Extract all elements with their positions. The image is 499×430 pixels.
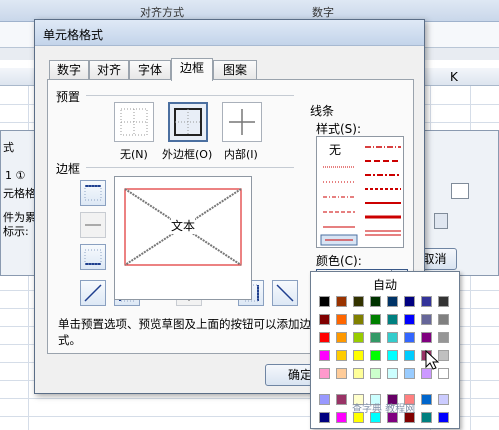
border-bottom-button[interactable] — [80, 244, 106, 270]
color-swatch-option[interactable] — [336, 350, 347, 361]
preset-outline-button[interactable] — [168, 102, 208, 142]
color-swatch-option[interactable] — [404, 332, 415, 343]
color-swatch-option[interactable] — [404, 368, 415, 379]
hint-text: 单击预置选项、预览草图及上面的按钮可以添加边框样式。 — [58, 317, 334, 347]
color-swatch-option[interactable] — [336, 368, 347, 379]
color-swatch-option[interactable] — [421, 412, 432, 423]
range-picker-icon[interactable] — [451, 183, 469, 199]
border-outline-icon — [174, 108, 202, 136]
bg-fragment: 元格格 — [3, 187, 36, 200]
color-swatch-option[interactable] — [319, 314, 330, 325]
color-swatch-option[interactable] — [353, 368, 364, 379]
color-swatch-option[interactable] — [319, 332, 330, 343]
color-swatch-option[interactable] — [404, 314, 415, 325]
color-swatch-option[interactable] — [319, 412, 330, 423]
color-swatch-option[interactable] — [404, 350, 415, 361]
tab-alignment[interactable]: 对齐 — [89, 60, 129, 80]
color-swatch-option[interactable] — [421, 314, 432, 325]
dialog-titlebar: 单元格格式 — [35, 20, 424, 46]
color-swatch-option[interactable] — [353, 314, 364, 325]
line-style-swatches — [320, 146, 401, 246]
preset-none-button[interactable] — [114, 102, 154, 142]
border-diagonal-up-button[interactable] — [80, 280, 106, 306]
color-swatch-option[interactable] — [336, 314, 347, 325]
preset-inside-button[interactable] — [222, 102, 262, 142]
line-style-list[interactable]: 无 — [316, 136, 404, 248]
color-swatch-option[interactable] — [353, 296, 364, 307]
color-swatch-option[interactable] — [370, 296, 381, 307]
column-k-header[interactable]: K — [450, 70, 458, 84]
bg-fragment: 1 ① — [5, 169, 26, 182]
color-swatch-option[interactable] — [336, 332, 347, 343]
watermark: 查字典 教程网 — [352, 404, 416, 415]
dialog-title: 单元格格式 — [43, 28, 104, 42]
border-bottom-icon — [84, 249, 102, 265]
mouse-cursor-icon — [424, 349, 440, 370]
color-swatch-option[interactable] — [387, 350, 398, 361]
diagonal-down-icon — [276, 284, 294, 302]
color-swatch-option[interactable] — [319, 296, 330, 307]
color-swatch-option[interactable] — [438, 394, 449, 405]
preview-text: 文本 — [171, 217, 196, 234]
color-swatch-option[interactable] — [319, 394, 330, 405]
tab-patterns[interactable]: 图案 — [213, 60, 257, 80]
diagonal-up-icon — [84, 284, 102, 302]
border-none-icon — [120, 108, 148, 136]
color-label: 颜色(C): — [316, 254, 362, 268]
border-preview[interactable]: 文本 — [114, 176, 252, 300]
color-swatch-option[interactable] — [438, 296, 449, 307]
color-swatch-option[interactable] — [336, 394, 347, 405]
tab-border[interactable]: 边框 — [171, 58, 213, 81]
color-swatch-option[interactable] — [438, 332, 449, 343]
color-swatch-option[interactable] — [421, 332, 432, 343]
border-diagonal-down-button[interactable] — [272, 280, 298, 306]
line-style-label: 样式(S): — [316, 122, 362, 136]
border-inside-horizontal-button[interactable] — [80, 212, 106, 238]
preset-none-label: 无(N) — [120, 148, 148, 161]
color-swatch-option[interactable] — [387, 314, 398, 325]
color-swatch-option[interactable] — [387, 296, 398, 307]
color-swatch-option[interactable] — [370, 368, 381, 379]
color-swatch-option[interactable] — [370, 314, 381, 325]
color-swatch-option[interactable] — [353, 332, 364, 343]
color-swatch-option[interactable] — [319, 368, 330, 379]
border-label: 边框 — [56, 162, 81, 176]
bg-fragment: 式 — [3, 141, 14, 154]
color-swatch-option[interactable] — [353, 350, 364, 361]
tab-font[interactable]: 字体 — [129, 60, 171, 80]
color-swatch-option[interactable] — [438, 412, 449, 423]
border-top-icon — [84, 185, 102, 201]
preset-inside-label: 内部(I) — [224, 148, 258, 161]
preset-outline-label: 外边框(O) — [162, 148, 213, 161]
color-swatch-option[interactable] — [421, 296, 432, 307]
line-label: 线条 — [310, 104, 335, 118]
ribbon-group-number: 数字 — [312, 6, 334, 19]
color-swatch-option[interactable] — [370, 332, 381, 343]
border-top-button[interactable] — [80, 180, 106, 206]
color-swatch-option[interactable] — [421, 394, 432, 405]
border-inside-icon — [229, 109, 255, 135]
tab-number[interactable]: 数字 — [49, 60, 89, 80]
color-swatch-option[interactable] — [438, 314, 449, 325]
presets-label: 预置 — [56, 90, 81, 104]
color-swatch-option[interactable] — [387, 368, 398, 379]
color-swatch-option[interactable] — [370, 350, 381, 361]
color-swatch-option[interactable] — [319, 350, 330, 361]
color-swatch-option[interactable] — [336, 412, 347, 423]
dropdown-arrow-icon[interactable] — [434, 213, 448, 229]
automatic-color-option[interactable]: 自动 — [311, 276, 459, 293]
border-middle-icon — [85, 224, 101, 226]
color-swatch-option[interactable] — [387, 332, 398, 343]
color-swatch-option[interactable] — [404, 296, 415, 307]
bg-fragment: 标示: — [3, 225, 29, 238]
ribbon-group-alignment: 对齐方式 — [140, 6, 184, 19]
color-swatch-option[interactable] — [336, 296, 347, 307]
